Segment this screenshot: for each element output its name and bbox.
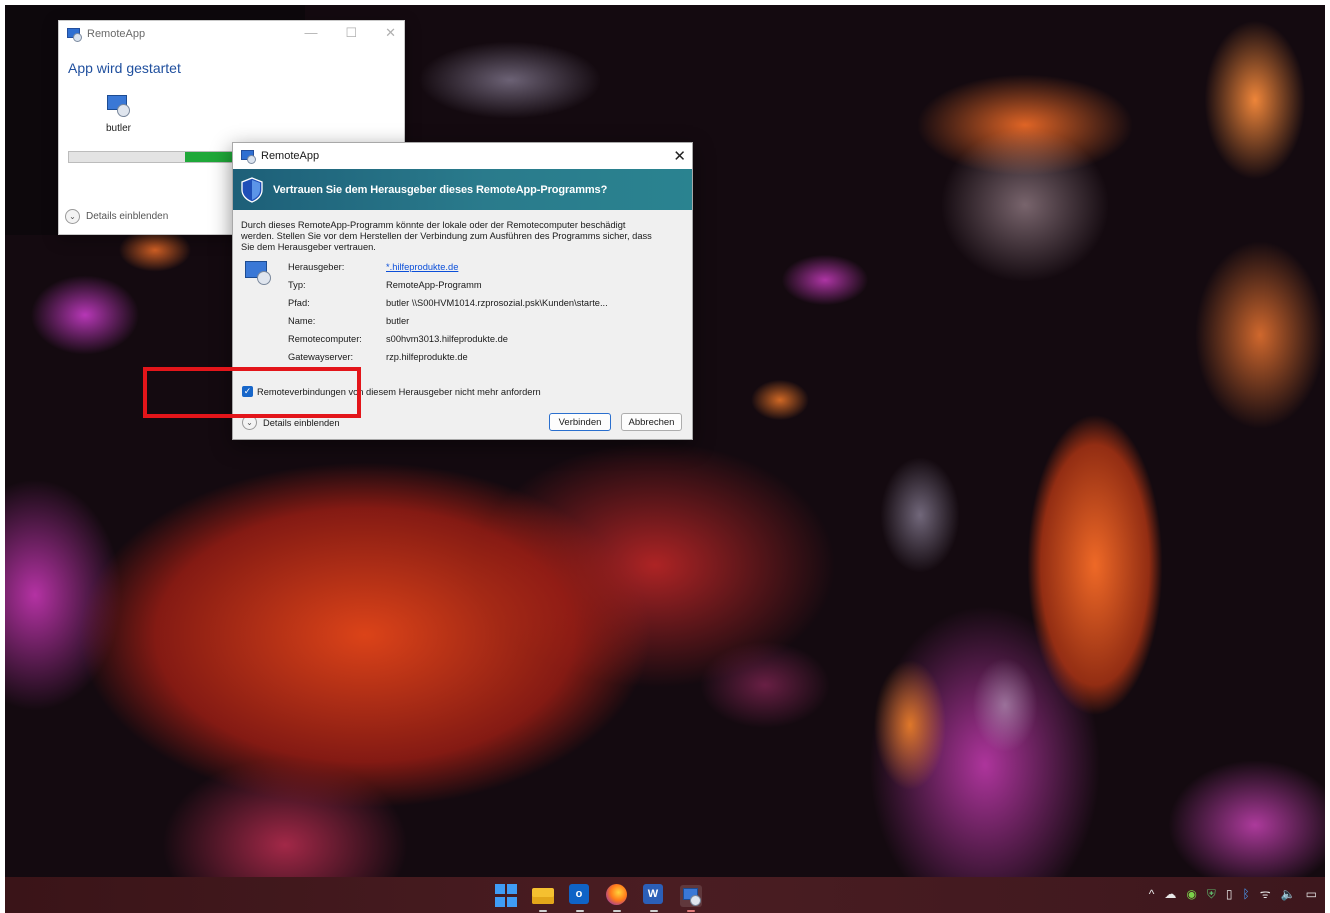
- remoteapp-taskbar-icon[interactable]: [680, 884, 702, 912]
- dialog-description: Durch dieses RemoteApp-Programm könnte d…: [241, 220, 652, 252]
- dialog-close-button[interactable]: ✕: [673, 147, 686, 165]
- banner-question: Vertrauen Sie dem Herausgeber dieses Rem…: [273, 183, 608, 196]
- minimize-button[interactable]: —: [304, 25, 317, 41]
- notification-icon[interactable]: ▭: [1306, 887, 1317, 901]
- launch-window-titlebar[interactable]: RemoteApp — ☐ ✕: [59, 21, 404, 47]
- cancel-button[interactable]: Abbrechen: [621, 413, 682, 431]
- property-label: Typ:: [288, 280, 306, 290]
- system-tray: ^ ☁ ◉ ⛨ ▯ ᛒ ᯤ 🔈 ▭: [1149, 887, 1317, 901]
- launch-window-title: RemoteApp: [87, 28, 146, 40]
- property-label: Name:: [288, 316, 316, 326]
- property-value: rzp.hilfeprodukte.de: [386, 352, 468, 362]
- word-icon[interactable]: W: [643, 884, 666, 912]
- volume-icon[interactable]: 🔈: [1281, 887, 1296, 901]
- progress-fill: [185, 152, 239, 162]
- highlight-annotation-box: [143, 367, 361, 418]
- property-label: Gatewayserver:: [288, 352, 354, 362]
- launch-details-toggle[interactable]: ⌄ Details einblenden: [65, 209, 168, 224]
- remote-computer-icon: [245, 261, 271, 287]
- file-explorer-icon[interactable]: [532, 884, 555, 912]
- tray-chevron-icon[interactable]: ^: [1149, 887, 1155, 901]
- property-value: RemoteApp-Programm: [386, 280, 482, 290]
- dialog-banner: Vertrauen Sie dem Herausgeber dieses Rem…: [233, 169, 692, 210]
- publisher-link[interactable]: *.hilfeprodukte.de: [386, 261, 458, 273]
- app-label: butler: [106, 123, 132, 134]
- property-label: Pfad:: [288, 298, 310, 308]
- security-shield-icon[interactable]: ⛨: [1207, 887, 1216, 901]
- shield-icon: [241, 176, 263, 203]
- butler-app-icon: [107, 95, 131, 117]
- details-label: Details einblenden: [86, 211, 169, 222]
- wifi-icon[interactable]: ᯤ: [1260, 887, 1271, 901]
- remoteapp-icon: [241, 149, 256, 164]
- property-value: butler: [386, 316, 410, 326]
- property-label: Herausgeber:: [288, 262, 345, 272]
- start-icon[interactable]: [495, 884, 518, 907]
- details-label: Details einblenden: [263, 417, 340, 428]
- remoteapp-icon: [67, 27, 82, 42]
- property-value: butler \\S00HVM1014.rzprosozial.psk\Kund…: [386, 298, 608, 308]
- property-label: Remotecomputer:: [288, 334, 362, 344]
- maximize-button[interactable]: ☐: [345, 25, 357, 41]
- dialog-titlebar[interactable]: RemoteApp ✕: [233, 143, 692, 169]
- onedrive-cloud-icon[interactable]: ☁: [1164, 887, 1176, 901]
- firefox-icon[interactable]: [606, 884, 629, 912]
- launch-heading: App wird gestartet: [68, 60, 181, 76]
- dialog-title: RemoteApp: [261, 150, 320, 162]
- property-value: s00hvm3013.hilfeprodukte.de: [386, 334, 508, 344]
- close-button[interactable]: ✕: [385, 25, 396, 41]
- connect-button[interactable]: Verbinden: [549, 413, 611, 431]
- usb-icon[interactable]: ▯: [1226, 887, 1233, 901]
- chevron-down-icon: ⌄: [65, 209, 80, 224]
- nvidia-icon[interactable]: ◉: [1186, 887, 1196, 901]
- bluetooth-icon[interactable]: ᛒ: [1243, 887, 1250, 901]
- outlook-icon[interactable]: o: [569, 884, 592, 912]
- taskbar-apps: o W: [495, 884, 702, 912]
- taskbar: o W ^ ☁ ◉ ⛨ ▯ ᛒ ᯤ 🔈 ▭: [5, 877, 1325, 913]
